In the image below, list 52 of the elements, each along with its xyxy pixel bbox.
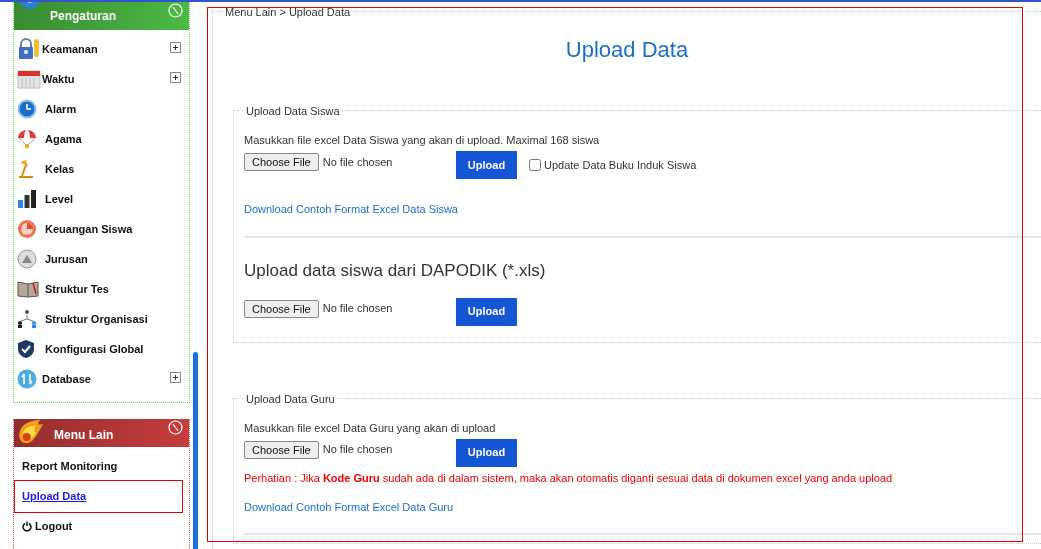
expand-icon[interactable]: [170, 372, 181, 383]
upload-button[interactable]: Upload: [456, 151, 517, 179]
choose-file-button[interactable]: Choose File: [244, 299, 319, 318]
upload-button[interactable]: Upload: [456, 438, 517, 467]
subsection-heading: Upload data siswa dari DAPODIK (*.xls): [244, 259, 547, 282]
sidebar-item[interactable]: Struktur Organisasi: [45, 310, 148, 328]
database-sync-icon: [17, 369, 37, 389]
sidebar-item[interactable]: Logout: [22, 517, 73, 535]
sidebar-item[interactable]: Agama: [45, 130, 82, 148]
choose-file-button[interactable]: Choose File: [244, 440, 319, 459]
warning-text: Perhatian : Jika Kode Guru sudah ada di dalam sistem, maka akan otomatis diganti sesuai data di dokumen excel yang anda upload: [244, 470, 894, 485]
sidebar-item[interactable]: Alarm: [45, 100, 77, 118]
calendar-icon: [17, 69, 41, 89]
sidebar-item[interactable]: Keamanan: [42, 40, 98, 58]
collapse-icon[interactable]: [168, 420, 183, 435]
sidebar-item[interactable]: Konfigurasi Global: [45, 340, 144, 358]
file-status-text: No file chosen: [322, 154, 393, 170]
org-chart-icon: [17, 309, 37, 329]
power-icon: [22, 520, 32, 532]
shield-check-icon: [17, 339, 35, 359]
scrollbar-thumb[interactable]: [193, 352, 198, 549]
file-status-text: No file chosen: [322, 442, 393, 458]
collapse-icon[interactable]: [168, 3, 183, 18]
download-link[interactable]: Download Contoh Format Excel Data Guru: [244, 498, 454, 515]
sidebar-item[interactable]: Waktu: [42, 70, 75, 88]
instruction-text: Masukkan file excel Data Guru yang akan di upload: [244, 420, 497, 435]
choose-file-button[interactable]: Choose File: [244, 153, 319, 171]
sidebar-item[interactable]: Database: [42, 370, 91, 388]
page-title: Upload Data: [565, 36, 690, 64]
sidebar-item[interactable]: Upload Data: [14, 479, 183, 513]
checkbox-label: Update Data Buku Induk Siswa: [544, 158, 697, 173]
sidebar-item[interactable]: Jurusan: [45, 250, 88, 268]
sidebar-item[interactable]: Struktur Tes: [45, 280, 109, 298]
download-link[interactable]: Download Contoh Format Excel Data Siswa: [244, 201, 458, 218]
book-icon: [17, 280, 39, 298]
sidebar-item[interactable]: Keuangan Siswa: [45, 220, 133, 238]
section-header[interactable]: Menu Lain: [14, 419, 189, 447]
expand-icon[interactable]: [170, 42, 181, 53]
building-badge-icon: [17, 249, 37, 269]
parachute-icon: [17, 129, 37, 149]
instruction-text: Masukkan file excel Data Siswa yang akan di upload. Maximal 168 siswa: [244, 133, 601, 147]
sidebar-item[interactable]: Kelas: [45, 160, 75, 178]
expand-icon[interactable]: [170, 72, 181, 83]
pie-chart-icon: [17, 219, 37, 239]
file-status-text: No file chosen: [322, 301, 393, 317]
checkbox[interactable]: [529, 159, 541, 172]
padlock-key-icon: [17, 38, 41, 60]
upload-button[interactable]: Upload: [456, 297, 517, 326]
sidebar-item[interactable]: Level: [45, 190, 74, 208]
bar-chart-icon: [17, 189, 37, 209]
alarm-clock-icon: [17, 99, 37, 119]
sidebar-item[interactable]: Report Monitoring: [22, 457, 118, 475]
